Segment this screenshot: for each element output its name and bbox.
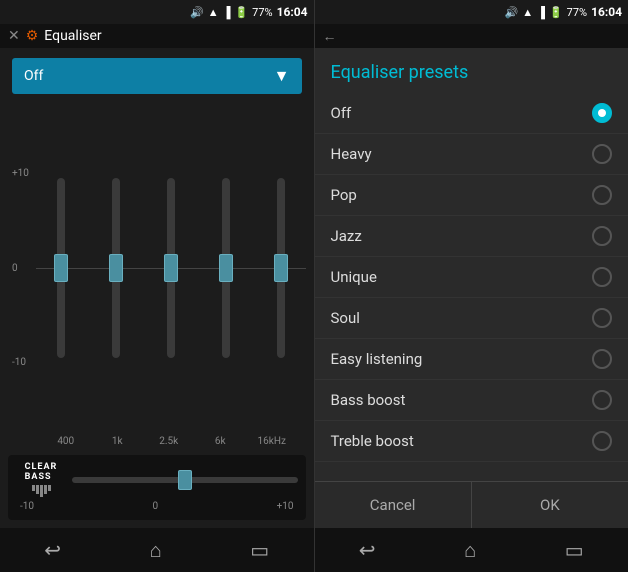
cb-zero: 0 bbox=[152, 501, 158, 512]
preset-name: Off bbox=[331, 104, 593, 122]
nav-bar-left: ↩ ⌂ ▭ bbox=[0, 528, 314, 572]
clear-bass-slider[interactable] bbox=[72, 477, 298, 483]
signal-icon: ▐ bbox=[223, 6, 231, 19]
battery-icon-r: 🔋 bbox=[549, 6, 563, 19]
list-item[interactable]: Bass boost bbox=[315, 380, 628, 421]
chevron-down-icon: ▼ bbox=[274, 66, 290, 86]
preset-name: Jazz bbox=[331, 227, 593, 245]
radio-button[interactable] bbox=[592, 267, 612, 287]
battery-icon: 🔋 bbox=[234, 6, 248, 19]
wifi-icon-r: ▲ bbox=[522, 6, 533, 19]
bar-3 bbox=[40, 485, 43, 497]
eq-slider-2500hz[interactable] bbox=[167, 178, 175, 358]
freq-16k: 16kHz bbox=[246, 436, 298, 447]
wifi-icon: ▲ bbox=[208, 6, 219, 19]
recent-button-right[interactable]: ▭ bbox=[565, 538, 584, 562]
freq-400: 400 bbox=[40, 436, 92, 447]
back-icon[interactable]: ← bbox=[323, 28, 337, 45]
bar-4 bbox=[44, 485, 47, 494]
equaliser-panel: 🔊 ▲ ▐ 🔋 77% 16:04 ✕ ⚙ Equaliser Off ▼ +1… bbox=[0, 0, 315, 572]
scale-top: +10 bbox=[12, 168, 32, 179]
preset-name: Unique bbox=[331, 268, 593, 286]
radio-button[interactable] bbox=[592, 103, 612, 123]
status-bar-left: 🔊 ▲ ▐ 🔋 77% 16:04 bbox=[0, 0, 314, 24]
presets-header: ← bbox=[315, 24, 628, 48]
clear-bass-scale: -10 0 +10 bbox=[16, 501, 298, 512]
battery-percent-right: 77% bbox=[567, 6, 587, 19]
list-item[interactable]: Soul bbox=[315, 298, 628, 339]
back-button-left[interactable]: ↩ bbox=[44, 538, 61, 562]
list-item[interactable]: Pop bbox=[315, 175, 628, 216]
recent-button-left[interactable]: ▭ bbox=[250, 538, 269, 562]
freq-1k: 1k bbox=[92, 436, 144, 447]
presets-title: Equaliser presets bbox=[315, 48, 628, 93]
freq-labels: 400 1k 2.5k 6k 16kHz bbox=[8, 432, 306, 451]
bar-5 bbox=[48, 485, 51, 491]
scale-zero: 0 bbox=[12, 263, 32, 274]
preset-name: Soul bbox=[331, 309, 593, 327]
radio-button[interactable] bbox=[592, 390, 612, 410]
clear-bass-slider-row bbox=[72, 477, 298, 483]
preset-name: Heavy bbox=[331, 145, 593, 163]
eq-slider-16khz[interactable] bbox=[277, 178, 285, 358]
preset-name: Easy listening bbox=[331, 350, 593, 368]
cancel-button[interactable]: Cancel bbox=[315, 482, 471, 528]
cb-min: -10 bbox=[20, 501, 34, 512]
bar-1 bbox=[32, 485, 35, 491]
radio-button[interactable] bbox=[592, 431, 612, 451]
home-button-left[interactable]: ⌂ bbox=[150, 538, 162, 563]
clear-bass-logo: CLEARBASS bbox=[16, 463, 66, 497]
eq-scale: +10 0 -10 bbox=[8, 168, 36, 368]
radio-button[interactable] bbox=[592, 308, 612, 328]
freq-6k: 6k bbox=[195, 436, 247, 447]
freq-2k5: 2.5k bbox=[143, 436, 195, 447]
eq-slider-6khz[interactable] bbox=[222, 178, 230, 358]
radio-button[interactable] bbox=[592, 185, 612, 205]
eq-area: +10 0 -10 bbox=[0, 104, 314, 451]
cb-max: +10 bbox=[277, 501, 294, 512]
volume-icon-r: 🔊 bbox=[505, 6, 519, 19]
clear-bass-section: CLEARBASS -10 0 +10 bbox=[8, 455, 306, 520]
preset-name: Treble boost bbox=[331, 432, 593, 450]
settings-icon: ⚙ bbox=[26, 28, 39, 44]
preset-name: Bass boost bbox=[331, 391, 593, 409]
dropdown-value: Off bbox=[24, 68, 43, 84]
clear-bass-bars bbox=[32, 485, 51, 497]
list-item[interactable]: Heavy bbox=[315, 134, 628, 175]
eq-slider-400hz[interactable] bbox=[57, 178, 65, 358]
sliders-container: +10 0 -10 bbox=[8, 104, 306, 432]
signal-icon-r: ▐ bbox=[537, 6, 545, 19]
home-button-right[interactable]: ⌂ bbox=[464, 538, 476, 563]
clear-bass-header: CLEARBASS bbox=[16, 463, 298, 497]
close-icon[interactable]: ✕ bbox=[8, 28, 20, 44]
bar-2 bbox=[36, 485, 39, 494]
radio-button[interactable] bbox=[592, 226, 612, 246]
list-item[interactable]: Jazz bbox=[315, 216, 628, 257]
eq-sliders bbox=[36, 168, 306, 368]
presets-panel: 🔊 ▲ ▐ 🔋 77% 16:04 ← Equaliser presets Of… bbox=[315, 0, 628, 572]
nav-bar-right: ↩ ⌂ ▭ bbox=[315, 528, 628, 572]
equaliser-title: Equaliser bbox=[44, 28, 101, 44]
list-item[interactable]: Treble boost bbox=[315, 421, 628, 462]
time-right: 16:04 bbox=[591, 5, 622, 19]
eq-slider-1khz[interactable] bbox=[112, 178, 120, 358]
battery-percent-left: 77% bbox=[252, 6, 272, 19]
back-button-right[interactable]: ↩ bbox=[359, 538, 376, 562]
list-item[interactable]: Unique bbox=[315, 257, 628, 298]
radio-button[interactable] bbox=[592, 349, 612, 369]
scale-bottom: -10 bbox=[12, 357, 32, 368]
volume-icon: 🔊 bbox=[190, 6, 204, 19]
list-item[interactable]: Easy listening bbox=[315, 339, 628, 380]
clear-bass-label: CLEARBASS bbox=[25, 463, 58, 483]
equaliser-header: ✕ ⚙ Equaliser bbox=[0, 24, 314, 48]
preset-name: Pop bbox=[331, 186, 593, 204]
time-left: 16:04 bbox=[277, 5, 308, 19]
status-bar-right: 🔊 ▲ ▐ 🔋 77% 16:04 bbox=[315, 0, 628, 24]
radio-button[interactable] bbox=[592, 144, 612, 164]
list-item[interactable]: Off bbox=[315, 93, 628, 134]
dialog-buttons: Cancel OK bbox=[315, 481, 628, 528]
ok-button[interactable]: OK bbox=[471, 482, 628, 528]
presets-list: Off Heavy Pop Jazz Unique Soul Easy listening B… bbox=[315, 93, 628, 481]
preset-dropdown[interactable]: Off ▼ bbox=[12, 58, 302, 94]
